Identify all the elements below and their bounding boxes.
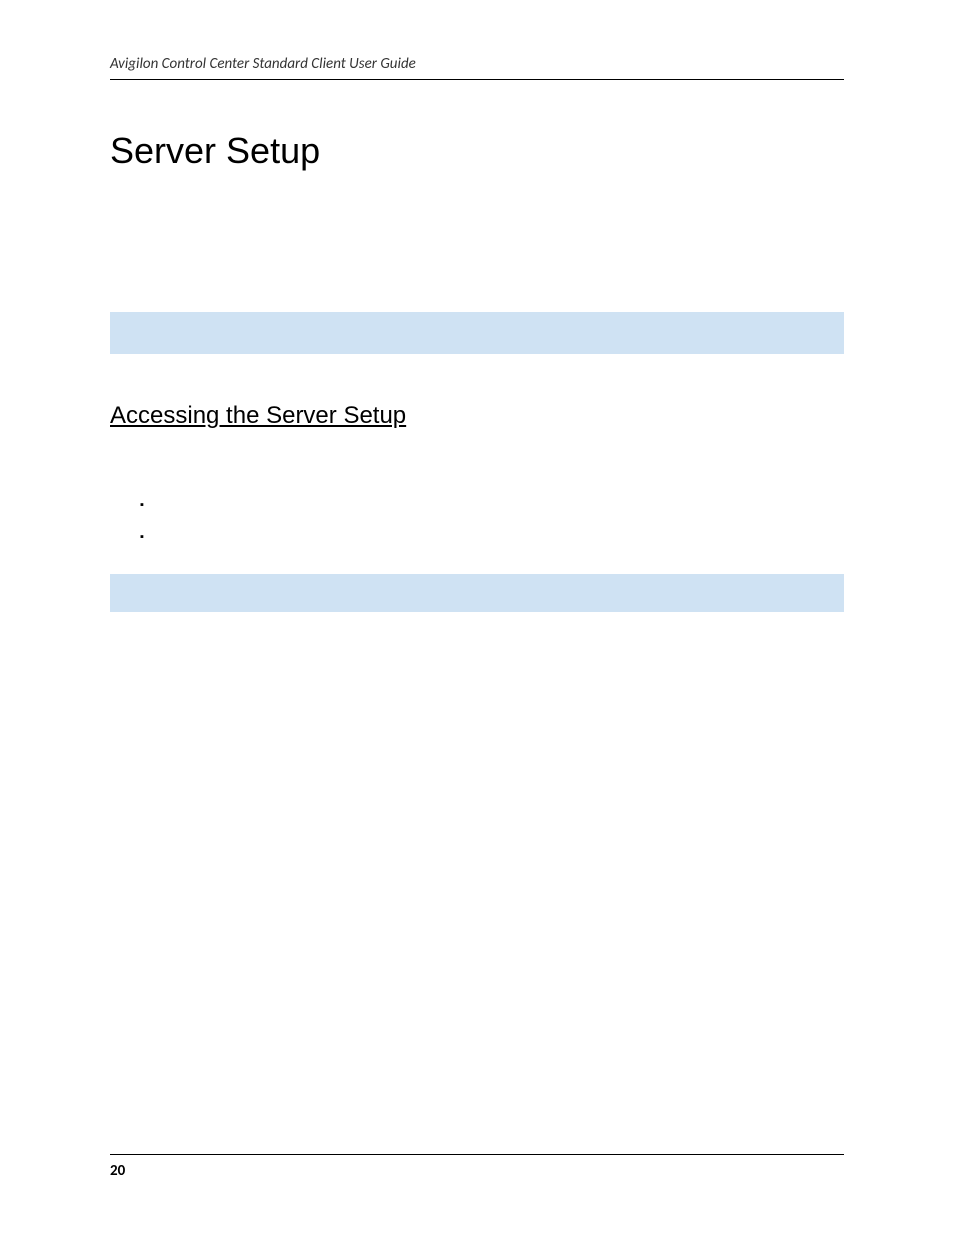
- chapter-title: Server Setup: [110, 130, 844, 172]
- section-heading: Accessing the Server Setup: [110, 402, 844, 430]
- highlight-box-large: [110, 312, 844, 354]
- document-page: Avigilon Control Center Standard Client …: [0, 0, 954, 1235]
- bullet-list: [110, 500, 844, 546]
- highlight-box-small: [110, 574, 844, 612]
- page-number: 20: [110, 1162, 125, 1180]
- list-item: [140, 532, 844, 546]
- page-footer: 20: [110, 1154, 844, 1180]
- list-item: [140, 500, 844, 514]
- page-header: Avigilon Control Center Standard Client …: [110, 55, 844, 80]
- header-text: Avigilon Control Center Standard Client …: [110, 55, 416, 73]
